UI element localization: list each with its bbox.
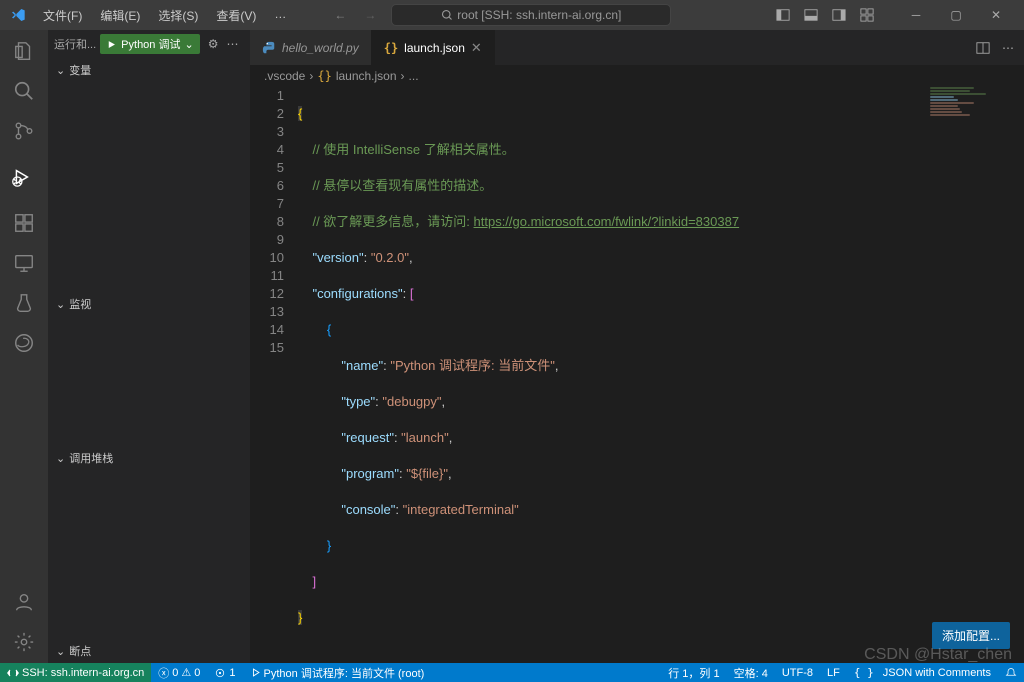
accounts-icon[interactable] (13, 591, 35, 613)
ports-status[interactable]: 1 (207, 667, 242, 679)
nav-arrows: ← → (334, 8, 376, 22)
debug-status[interactable]: Python 调试程序: 当前文件 (root) (243, 665, 432, 681)
callstack-section[interactable]: ⌄调用堆栈 (48, 446, 250, 470)
chevron-down-icon: ⌄ (56, 298, 65, 311)
nav-forward-icon[interactable]: → (364, 8, 376, 22)
status-bar: SSH: ssh.intern-ai.org.cn ⓧ0 ⚠0 1 Python… (0, 663, 1024, 682)
layout-secondary-icon[interactable] (832, 8, 846, 22)
testing-icon[interactable] (13, 292, 35, 314)
titlebar-right-icons: ─ ▢ ✕ (776, 0, 1024, 30)
editor-area: hello_world.py {} launch.json ✕ ⋯ .vscod… (250, 30, 1024, 663)
titlebar: 文件(F) 编辑(E) 选择(S) 查看(V) … ← → root [SSH:… (0, 0, 1024, 30)
layout-primary-icon[interactable] (776, 8, 790, 22)
menu-select[interactable]: 选择(S) (150, 3, 206, 28)
line-numbers: 123456789101112131415 (250, 87, 298, 663)
chevron-down-icon: ⌄ (56, 645, 65, 658)
more-actions-icon[interactable]: ⋯ (1002, 41, 1014, 55)
remote-explorer-icon[interactable] (13, 252, 35, 274)
command-center[interactable]: root [SSH: ssh.intern-ai.org.cn] (391, 4, 671, 26)
search-icon[interactable] (13, 80, 35, 102)
menu-edit[interactable]: 编辑(E) (92, 3, 148, 28)
menu-file[interactable]: 文件(F) (35, 3, 90, 28)
json-file-icon: {} (384, 41, 398, 55)
minimap[interactable] (930, 87, 1010, 127)
python-file-icon (262, 41, 276, 55)
indentation-status[interactable]: 空格: 4 (727, 665, 775, 681)
chevron-down-icon: ⌄ (56, 64, 65, 77)
source-control-icon[interactable] (13, 120, 35, 142)
menu-more[interactable]: … (266, 3, 294, 28)
maximize-icon[interactable]: ▢ (936, 0, 976, 30)
close-tab-icon[interactable]: ✕ (471, 40, 482, 56)
variables-section[interactable]: ⌄变量 (48, 58, 250, 82)
tab-launch-json[interactable]: {} launch.json ✕ (372, 30, 495, 65)
language-mode[interactable]: { } JSON with Comments (847, 666, 998, 679)
tab-hello-world[interactable]: hello_world.py (250, 30, 372, 65)
layout-customize-icon[interactable] (860, 8, 874, 22)
debug-sidebar: 运行和... Python 调试 ⌄ ⚙ ⋯ ⌄变量 ⌄监视 ⌄调用堆栈 ⌄断点 (48, 30, 250, 663)
settings-gear-icon[interactable] (13, 631, 35, 653)
activity-bar (0, 30, 48, 663)
vscode-logo-icon (0, 7, 35, 23)
chevron-down-icon: ⌄ (56, 452, 65, 465)
editor-tabs: hello_world.py {} launch.json ✕ ⋯ (250, 30, 1024, 65)
layout-panel-icon[interactable] (804, 8, 818, 22)
split-editor-icon[interactable] (976, 41, 990, 55)
extensions-icon[interactable] (13, 212, 35, 234)
watch-section[interactable]: ⌄监视 (48, 292, 250, 316)
menu-view[interactable]: 查看(V) (208, 3, 264, 28)
breadcrumb[interactable]: .vscode› {}launch.json› ... (250, 65, 1024, 87)
cursor-position[interactable]: 行 1，列 1 (661, 665, 726, 681)
notifications-icon[interactable] (998, 667, 1024, 679)
run-debug-icon[interactable] (0, 160, 38, 194)
command-center-text: root [SSH: ssh.intern-ai.org.cn] (457, 8, 621, 22)
nav-back-icon[interactable]: ← (334, 8, 346, 22)
more-actions-icon[interactable]: ⋯ (226, 37, 238, 51)
problems-status[interactable]: ⓧ0 ⚠0 (151, 665, 207, 681)
menu-bar: 文件(F) 编辑(E) 选择(S) 查看(V) … (35, 3, 294, 28)
debug-gear-icon[interactable]: ⚙ (208, 37, 219, 51)
chevron-down-icon: ⌄ (184, 38, 193, 51)
debug-config-selector[interactable]: Python 调试 ⌄ (100, 34, 200, 54)
edge-icon[interactable] (13, 332, 35, 354)
eol-status[interactable]: LF (820, 667, 847, 679)
remote-indicator[interactable]: SSH: ssh.intern-ai.org.cn (0, 663, 151, 682)
code-content[interactable]: { // 使用 IntelliSense 了解相关属性。 // 悬停以查看现有属… (298, 87, 1024, 663)
run-and-debug-label: 运行和... (54, 36, 96, 52)
close-icon[interactable]: ✕ (976, 0, 1016, 30)
explorer-icon[interactable] (13, 40, 35, 62)
code-editor[interactable]: 123456789101112131415 { // 使用 IntelliSen… (250, 87, 1024, 663)
breakpoints-section[interactable]: ⌄断点 (48, 639, 250, 663)
minimize-icon[interactable]: ─ (896, 0, 936, 30)
add-configuration-button[interactable]: 添加配置... (932, 622, 1010, 649)
encoding-status[interactable]: UTF-8 (775, 667, 820, 679)
